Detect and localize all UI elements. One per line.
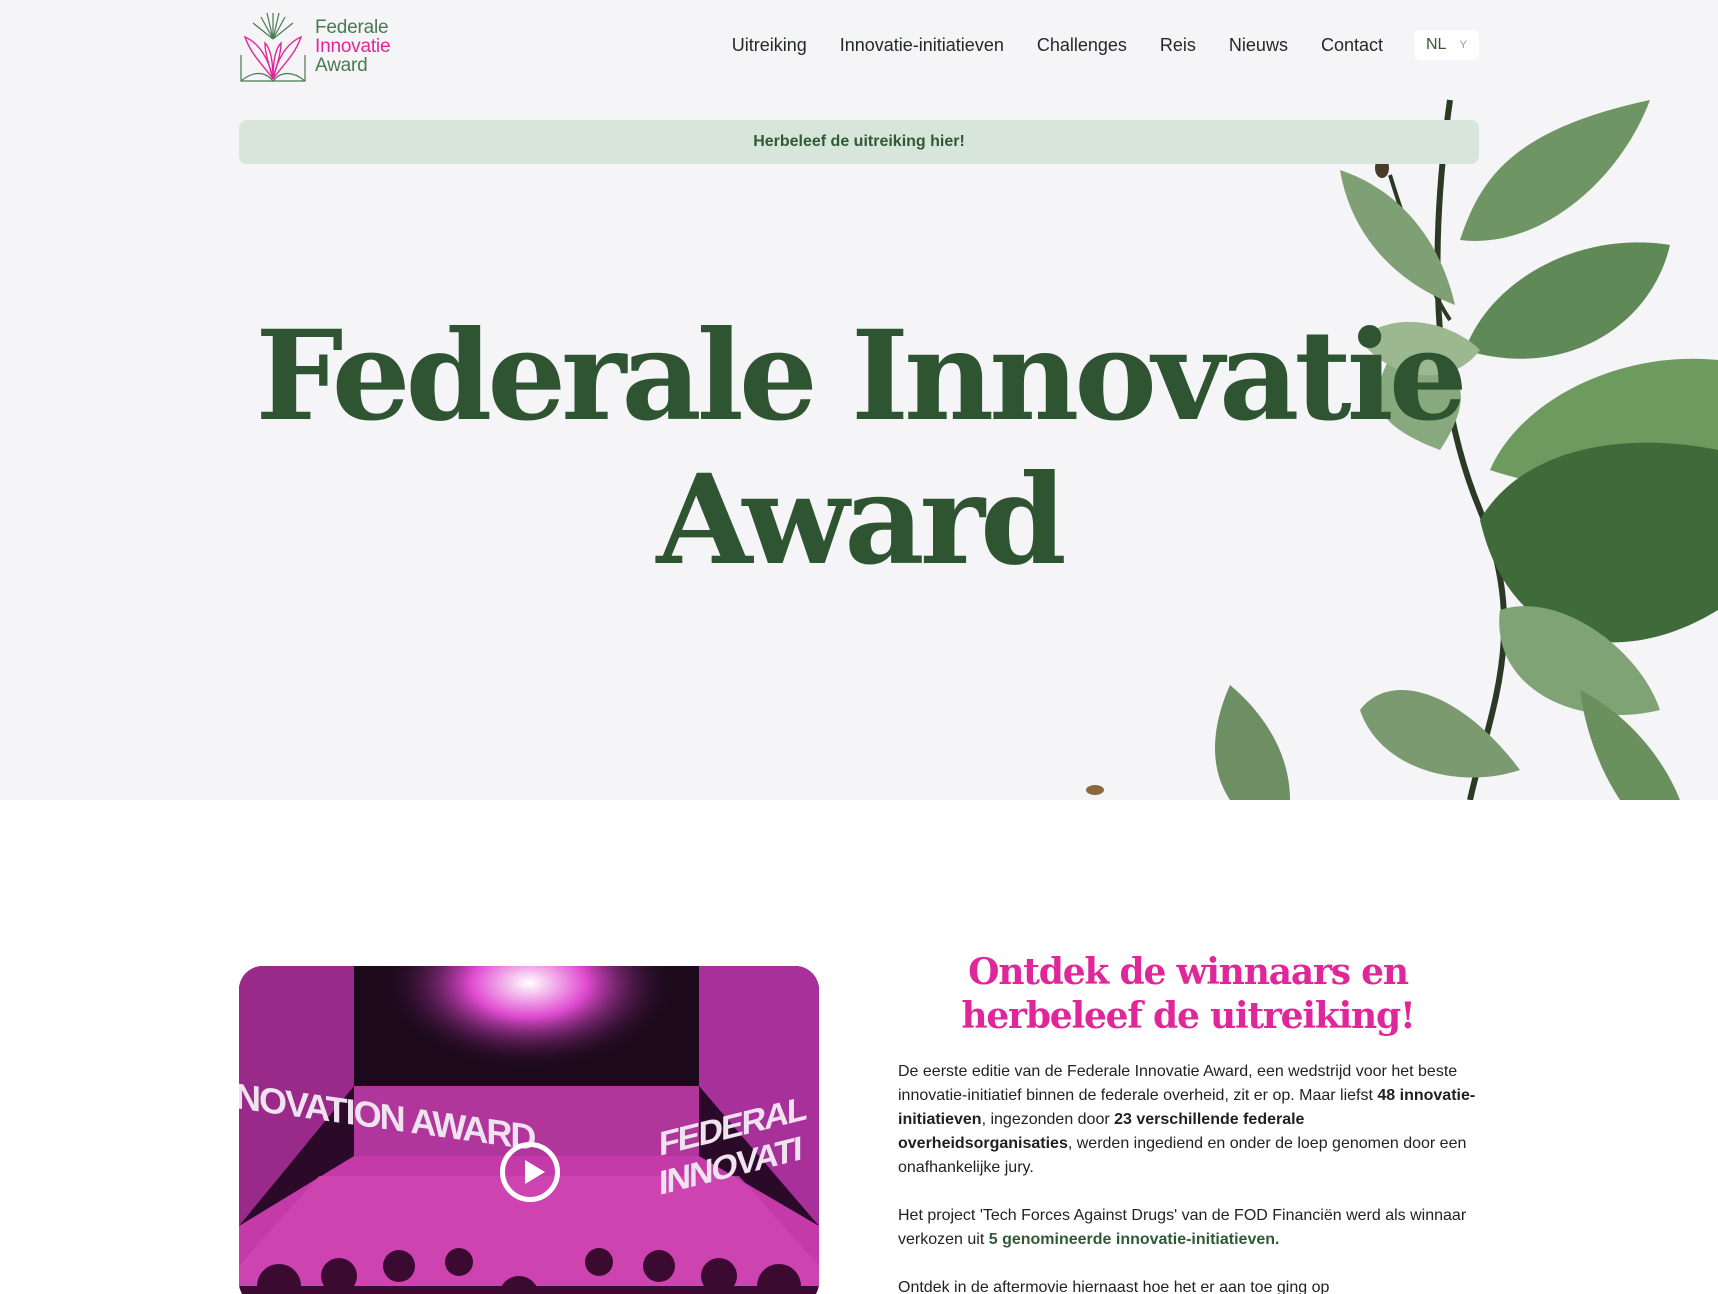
nav-item-contact[interactable]: Contact xyxy=(1321,30,1383,60)
intro-paragraph-1: De eerste editie van de Federale Innovat… xyxy=(898,1060,1478,1180)
nav-item-nieuws[interactable]: Nieuws xyxy=(1229,30,1288,60)
replay-ceremony-banner[interactable]: Herbeleef de uitreiking hier! xyxy=(239,120,1479,164)
page-title-line2: Award xyxy=(656,448,1066,593)
intro-heading: Ontdek de winnaars en herbeleef de uitre… xyxy=(961,951,1415,1037)
nav-item-challenges[interactable]: Challenges xyxy=(1037,30,1127,60)
aftermovie-video[interactable]: NOVATION AWARD FEDERAL INNOVATI xyxy=(239,966,819,1294)
nav-item-uitreiking[interactable]: Uitreiking xyxy=(732,30,807,60)
hero-section: Federale Innovatie Award Uitreiking Inno… xyxy=(0,0,1718,800)
site-logo[interactable]: Federale Innovatie Award xyxy=(239,8,409,84)
intro-paragraph-2: Het project 'Tech Forces Against Drugs' … xyxy=(898,1204,1478,1252)
language-selected-label: NL xyxy=(1426,36,1447,53)
nav-item-reis[interactable]: Reis xyxy=(1160,30,1196,60)
play-icon[interactable] xyxy=(500,1142,560,1202)
intro-paragraph-3: Ontdek in de aftermovie hiernaast hoe he… xyxy=(898,1279,1330,1294)
flower-book-logo-icon xyxy=(240,12,306,82)
logo-text-line3: Award xyxy=(315,54,368,76)
nav-item-innovatie-initiatieven[interactable]: Innovatie-initiatieven xyxy=(840,30,1004,60)
intro-p1-text2: , ingezonden door xyxy=(981,1111,1115,1128)
intro-p2-bold1: 5 genomineerde innovatie-initiatieven. xyxy=(988,1231,1280,1248)
language-selector[interactable]: NL Y xyxy=(1414,30,1479,60)
logo-text-line1: Federale xyxy=(315,16,389,38)
logo-text-line2: Innovatie xyxy=(315,35,391,57)
intro-p1-text1: De eerste editie van de Federale Innovat… xyxy=(898,1063,1458,1104)
intro-section: Ontdek de winnaars en herbeleef de uitre… xyxy=(898,950,1478,1294)
page-title-line1: Federale Innovatie xyxy=(255,304,1467,449)
chevron-down-icon: Y xyxy=(1459,39,1467,51)
main-navigation: Uitreiking Innovatie-initiatieven Challe… xyxy=(699,30,1479,60)
page-title: Federale Innovatie Award xyxy=(239,305,1479,593)
